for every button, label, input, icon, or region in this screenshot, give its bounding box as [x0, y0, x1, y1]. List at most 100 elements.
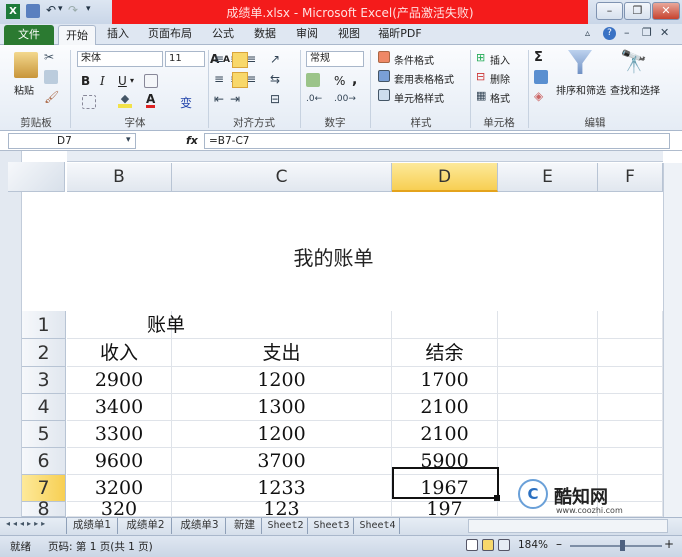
close-button[interactable]: ✕ [652, 2, 680, 20]
cell-E5[interactable] [498, 421, 598, 448]
conditional-format-button[interactable]: 条件格式 [394, 52, 434, 67]
increase-decimal-icon[interactable]: .0← [306, 94, 322, 104]
indent-icons[interactable]: ⇤⇥ [214, 92, 246, 106]
font-name-select[interactable]: 宋体 [77, 51, 163, 67]
column-header-d[interactable]: D [392, 163, 498, 192]
merge-center-icon[interactable]: ⊟ [270, 92, 280, 106]
format-cells-button[interactable]: 格式 [490, 90, 510, 105]
normal-view-icon[interactable] [466, 539, 478, 551]
row-header-6[interactable]: 6 [22, 448, 66, 475]
cell-C3[interactable]: 1200 [172, 367, 392, 394]
sheet-tab-1[interactable]: 成绩单1 [66, 518, 118, 534]
cell-styles-button[interactable]: 单元格样式 [394, 90, 444, 105]
sort-filter-button[interactable]: 排序和筛选 [556, 82, 606, 97]
cell-E1[interactable] [498, 311, 598, 339]
sheet-tab-new[interactable]: 新建 [228, 518, 262, 534]
cell-D5[interactable]: 2100 [392, 421, 498, 448]
cell-B6[interactable]: 9600 [67, 448, 172, 475]
paste-button[interactable]: 粘贴 [14, 82, 34, 97]
row-header-5[interactable]: 5 [22, 421, 66, 448]
undo-icon[interactable]: ↶ [46, 3, 56, 17]
cell-B3[interactable]: 2900 [67, 367, 172, 394]
font-color-button[interactable]: A [146, 93, 156, 108]
copy-icon[interactable] [44, 70, 58, 84]
formula-input[interactable]: =B7-C7 [204, 133, 670, 149]
insert-function-button[interactable]: fx [186, 134, 198, 147]
sheet-tab-sheet2[interactable]: Sheet2 [264, 518, 308, 534]
column-header-c[interactable]: C [172, 163, 392, 192]
sheet-tab-3[interactable]: 成绩单3 [174, 518, 226, 534]
row-header-1[interactable]: 1 [22, 311, 66, 339]
paste-icon[interactable] [14, 52, 38, 78]
redo-icon[interactable]: ↷ [68, 3, 78, 17]
tab-data[interactable]: 数据 [248, 24, 282, 45]
zoom-out-button[interactable]: – [556, 537, 562, 551]
underline-dropdown-icon[interactable]: ▾ [130, 76, 134, 85]
tab-page-layout[interactable]: 页面布局 [140, 24, 200, 45]
cell-B4[interactable]: 3400 [67, 394, 172, 421]
percent-button[interactable]: % [334, 74, 345, 88]
tab-file[interactable]: 文件 [4, 25, 54, 45]
cell-E4[interactable] [498, 394, 598, 421]
cell-D1[interactable] [392, 311, 498, 339]
workbook-close-icon[interactable]: ✕ [660, 26, 669, 39]
cell-C2[interactable]: 支出 [172, 339, 392, 367]
borders-icon[interactable] [144, 74, 158, 88]
sheet-tab-sheet3[interactable]: Sheet3 [310, 518, 354, 534]
italic-button[interactable]: I [100, 74, 105, 88]
zoom-in-button[interactable]: + [664, 537, 674, 551]
horizontal-scrollbar[interactable] [468, 519, 668, 533]
restore-button[interactable]: ❐ [624, 2, 651, 20]
customize-quick-access-icon[interactable]: ▾ [86, 4, 91, 14]
tab-review[interactable]: 审阅 [290, 24, 324, 45]
sheet-tab-2[interactable]: 成绩单2 [120, 518, 172, 534]
cell-F5[interactable] [598, 421, 663, 448]
page-layout-view-icon[interactable] [482, 539, 494, 551]
save-icon[interactable] [26, 4, 40, 18]
format-painter-icon[interactable]: 🖌 [44, 90, 59, 104]
zoom-slider-track[interactable] [570, 545, 662, 547]
cell-E2[interactable] [498, 339, 598, 367]
cell-F1[interactable] [598, 311, 663, 339]
sheet-nav-arrows-icon[interactable]: ◂◂◂▸▸▸ [6, 519, 48, 528]
vertical-scrollbar[interactable] [663, 163, 682, 517]
phonetic-guide-button[interactable]: 变 [180, 94, 192, 111]
column-header-b[interactable]: B [67, 163, 172, 192]
page-break-view-icon[interactable] [498, 539, 510, 551]
workbook-restore-icon[interactable]: ❐ [642, 26, 652, 39]
minimize-button[interactable]: – [596, 2, 623, 20]
cell-D4[interactable]: 2100 [392, 394, 498, 421]
undo-dropdown-icon[interactable]: ▾ [58, 4, 63, 14]
cell-F2[interactable] [598, 339, 663, 367]
cell-F3[interactable] [598, 367, 663, 394]
cell-B8[interactable]: 320 [67, 500, 172, 519]
row-header-4[interactable]: 4 [22, 394, 66, 421]
collapse-ribbon-icon[interactable]: ▵ [585, 28, 590, 39]
column-header-e[interactable]: E [498, 163, 598, 192]
row-header-2[interactable]: 2 [22, 339, 66, 367]
comma-button[interactable]: , [352, 72, 357, 88]
middle-align-selected-icon[interactable] [232, 52, 248, 68]
fill-icon[interactable] [534, 70, 548, 84]
name-box[interactable]: D7 [8, 133, 136, 149]
orientation-icon[interactable]: ↗ [270, 52, 280, 66]
decrease-decimal-icon[interactable]: .00→ [334, 94, 356, 104]
delete-cells-button[interactable]: 删除 [490, 71, 510, 86]
cut-icon[interactable]: ✂ [44, 50, 54, 64]
tab-view[interactable]: 视图 [332, 24, 366, 45]
autosum-button[interactable]: Σ [534, 50, 543, 65]
number-format-select[interactable]: 常规 [306, 51, 364, 67]
cell-C4[interactable]: 1300 [172, 394, 392, 421]
row-header-8[interactable]: 8 [22, 500, 66, 519]
column-header-f[interactable]: F [598, 163, 663, 192]
zoom-level[interactable]: 184% [518, 539, 548, 551]
name-box-dropdown-icon[interactable]: ▾ [126, 135, 131, 145]
select-all-corner[interactable] [8, 162, 65, 192]
clear-icon[interactable]: ◈ [534, 89, 543, 103]
cell-D8[interactable]: 197 [392, 500, 498, 519]
cell-C6[interactable]: 3700 [172, 448, 392, 475]
workbook-minimize-icon[interactable]: – [624, 26, 630, 39]
wrap-text-icon[interactable]: ⇆ [270, 72, 280, 86]
cell-F4[interactable] [598, 394, 663, 421]
zoom-slider-thumb[interactable] [620, 540, 625, 551]
